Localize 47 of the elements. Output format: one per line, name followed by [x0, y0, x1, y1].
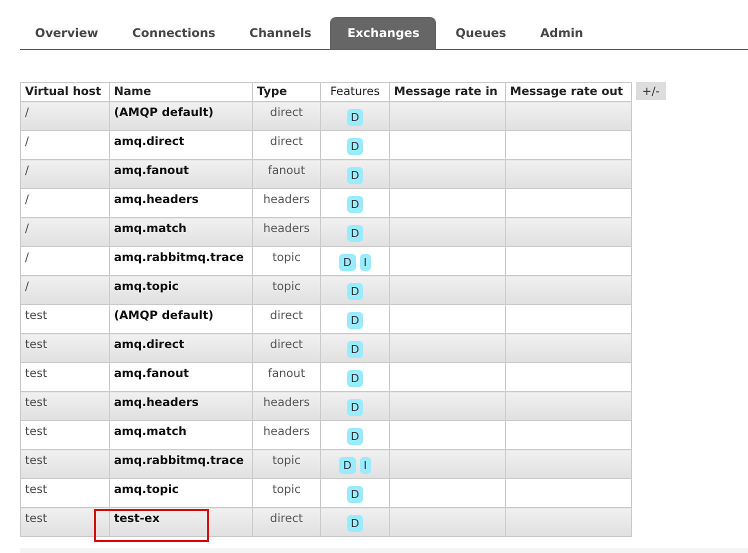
feature-badge: D	[346, 399, 364, 416]
feature-badge: D	[346, 486, 364, 503]
columns-toggle-button[interactable]: +/-	[636, 82, 666, 100]
table-cell: /	[20, 276, 110, 304]
feature-badge: D	[346, 283, 364, 300]
feature-badge: D	[346, 312, 364, 329]
table-cell: test	[20, 508, 110, 536]
column-header: Virtual host	[20, 82, 110, 102]
nav-tab[interactable]: Exchanges	[330, 17, 436, 49]
column-header: Type	[252, 82, 320, 102]
exchange-link[interactable]: test-ex	[114, 511, 160, 525]
feature-badge: D	[346, 196, 364, 213]
table-cell: test	[20, 334, 110, 362]
column-header: Name	[110, 82, 252, 102]
column-header: Features	[320, 82, 390, 102]
table-cell: /	[20, 160, 110, 188]
table-cell: test	[20, 392, 110, 420]
table-cell: direct	[252, 508, 320, 536]
feature-badge: D	[346, 138, 364, 155]
feature-badge: D	[346, 225, 364, 242]
feature-badge: D	[339, 457, 356, 474]
feature-badge: D	[346, 167, 364, 184]
table-cell: headers	[252, 392, 320, 420]
table-cell: test	[20, 450, 110, 478]
feature-badge: D	[346, 515, 364, 532]
table-cell: /	[20, 218, 110, 246]
table-cell: topic	[252, 450, 320, 478]
table-cell: direct	[252, 334, 320, 362]
feature-badge: D	[346, 109, 364, 126]
table-cell: fanout	[252, 160, 320, 188]
feature-badge: I	[360, 457, 371, 474]
feature-badge: D	[346, 428, 364, 445]
feature-badge: I	[360, 254, 371, 271]
table-cell: direct	[252, 102, 320, 130]
table-cell: /	[20, 102, 110, 130]
table-cell: topic	[252, 276, 320, 304]
column-header: Message rate out	[506, 82, 632, 102]
nav-tab[interactable]: Admin	[523, 17, 600, 49]
column-header: Message rate in	[390, 82, 506, 102]
nav-tab[interactable]: Overview	[20, 17, 116, 49]
feature-badge: D	[346, 370, 364, 387]
table-cell: headers	[252, 218, 320, 246]
nav-tab[interactable]: Queues	[438, 17, 524, 49]
feature-badge: D	[339, 254, 356, 271]
feature-badge: D	[346, 341, 364, 358]
nav-tab[interactable]: Connections	[115, 17, 232, 49]
nav-tab[interactable]: Channels	[232, 17, 328, 49]
